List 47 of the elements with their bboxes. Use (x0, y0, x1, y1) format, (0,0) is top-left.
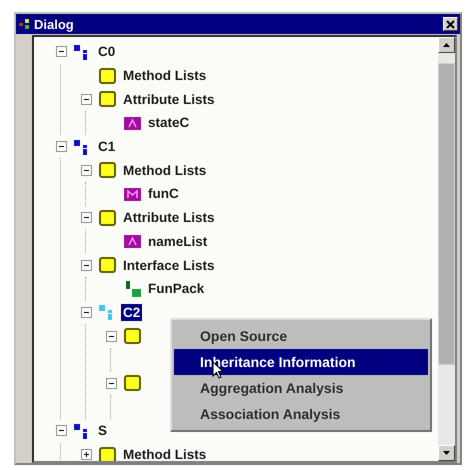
tree-item[interactable]: nameList (146, 232, 210, 250)
tree-item[interactable]: FunPack (146, 280, 206, 298)
folder-icon (98, 161, 118, 180)
tree-item[interactable]: S (96, 422, 110, 440)
window-title: Dialog (34, 16, 75, 32)
folder-icon (98, 208, 118, 227)
menu-item[interactable]: Association Analysis (174, 401, 428, 427)
collapse-toggle[interactable] (81, 94, 92, 105)
tree-item[interactable]: Method Lists (121, 67, 208, 84)
tree-item[interactable]: funC (146, 185, 181, 202)
tree-item[interactable]: C0 (96, 43, 118, 60)
folder-icon (98, 90, 118, 108)
menu-item[interactable]: Open Source (174, 323, 428, 349)
tree-item[interactable]: Method Lists (121, 162, 208, 179)
app-icon (19, 18, 31, 30)
collapse-toggle[interactable] (81, 260, 92, 271)
scroll-thumb[interactable] (438, 63, 455, 365)
tree-item[interactable]: Attribute Lists (121, 90, 217, 108)
collapse-toggle[interactable] (56, 425, 67, 436)
collapse-toggle[interactable] (81, 164, 92, 176)
close-icon (446, 20, 455, 28)
menu-item[interactable]: Inheritance Information (174, 349, 428, 375)
folder-icon (98, 66, 118, 85)
collapse-toggle[interactable] (81, 306, 92, 318)
folder-icon (98, 446, 118, 461)
down-arrow-icon (443, 451, 450, 455)
expand-toggle[interactable] (81, 449, 92, 460)
scroll-bar[interactable] (438, 37, 455, 461)
tree-item[interactable]: C2 (121, 304, 142, 321)
collapse-toggle[interactable] (81, 212, 92, 224)
up-arrow-icon (443, 43, 450, 47)
close-button[interactable] (443, 17, 458, 31)
tree-item[interactable]: C1 (96, 138, 118, 156)
scroll-up-button[interactable] (438, 37, 455, 53)
collapse-toggle[interactable] (106, 378, 117, 389)
tree-item[interactable]: Method Lists (121, 446, 208, 461)
interface-icon (123, 280, 143, 298)
collapse-toggle[interactable] (56, 46, 67, 58)
tree-item[interactable]: Attribute Lists (121, 209, 217, 226)
menu-item[interactable]: Aggregation Analysis (174, 375, 428, 401)
tree-item[interactable]: stateC (146, 114, 192, 132)
collapse-toggle[interactable] (56, 141, 67, 152)
folder-icon (98, 256, 118, 274)
collapse-toggle[interactable] (106, 330, 117, 342)
tree-item[interactable]: Interface Lists (121, 256, 217, 274)
scroll-down-button[interactable] (438, 445, 455, 461)
attribute-icon (123, 232, 143, 250)
